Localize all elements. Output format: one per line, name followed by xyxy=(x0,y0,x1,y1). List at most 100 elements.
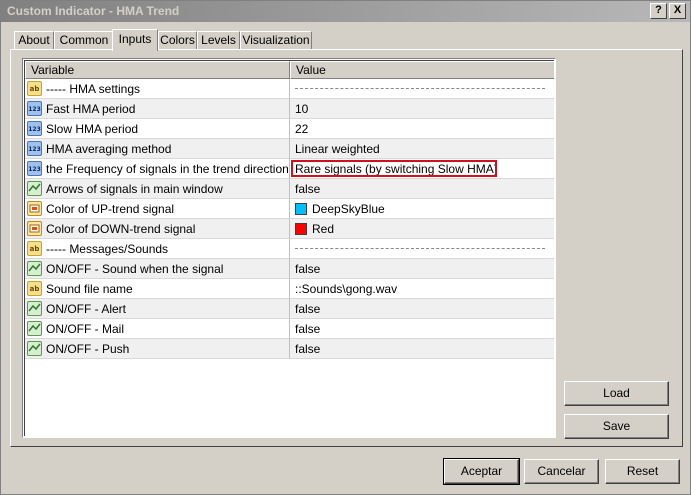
variable-cell: Color of UP-trend signal xyxy=(25,199,290,219)
grid-header: Variable Value xyxy=(25,61,554,79)
variable-cell: Arrows of signals in main window xyxy=(25,179,290,199)
highlight-box xyxy=(291,160,497,177)
color-swatch xyxy=(295,223,307,235)
string-icon: ab xyxy=(27,241,42,256)
variable-name: Arrows of signals in main window xyxy=(46,182,223,196)
variable-cell: Color of DOWN-trend signal xyxy=(25,219,290,239)
table-row[interactable]: 123 Slow HMA period 22 xyxy=(25,119,554,139)
color-icon xyxy=(27,201,42,216)
number-icon: 123 xyxy=(27,101,42,116)
table-row[interactable]: Color of DOWN-trend signal Red xyxy=(25,219,554,239)
value-text: false xyxy=(295,262,321,276)
value-cell[interactable]: false xyxy=(290,319,554,339)
value-text: 10 xyxy=(295,102,309,116)
variable-name: Fast HMA period xyxy=(46,102,136,116)
bool-icon xyxy=(27,181,42,196)
tab-visualization[interactable]: Visualization xyxy=(240,31,312,50)
variable-name: HMA averaging method xyxy=(46,142,172,156)
value-text: ::Sounds\gong.wav xyxy=(295,282,398,296)
value-cell[interactable]: 10 xyxy=(290,99,554,119)
table-row[interactable]: 123 Fast HMA period 10 xyxy=(25,99,554,119)
bool-icon xyxy=(27,301,42,316)
variable-name: Slow HMA period xyxy=(46,122,139,136)
value-cell[interactable]: false xyxy=(290,259,554,279)
table-row[interactable]: ON/OFF - Alert false xyxy=(25,299,554,319)
value-cell[interactable]: Red xyxy=(290,219,554,239)
bool-icon xyxy=(27,341,42,356)
value-cell[interactable]: ::Sounds\gong.wav xyxy=(290,279,554,299)
variable-cell: ON/OFF - Push xyxy=(25,339,290,359)
inputs-grid[interactable]: Variable Value ab ----- HMA settings 123 Fa… xyxy=(22,58,556,438)
variable-name: Color of DOWN-trend signal xyxy=(46,222,196,236)
value-text: false xyxy=(295,322,321,336)
variable-cell: ON/OFF - Alert xyxy=(25,299,290,319)
variable-cell: 123 Fast HMA period xyxy=(25,99,290,119)
number-icon: 123 xyxy=(27,141,42,156)
variable-cell: ab ----- Messages/Sounds xyxy=(25,239,290,259)
variable-name: ON/OFF - Alert xyxy=(46,302,127,316)
title-bar: Custom Indicator - HMA Trend ? X xyxy=(1,1,690,22)
bool-icon xyxy=(27,261,42,276)
window-title: Custom Indicator - HMA Trend xyxy=(7,4,180,18)
color-icon xyxy=(27,221,42,236)
bool-icon xyxy=(27,321,42,336)
close-button[interactable]: X xyxy=(669,3,686,19)
value-cell[interactable]: Linear weighted xyxy=(290,139,554,159)
help-button[interactable]: ? xyxy=(650,3,667,19)
separator-line xyxy=(295,248,545,249)
tab-inputs[interactable]: Inputs xyxy=(112,29,158,51)
number-icon: 123 xyxy=(27,121,42,136)
table-row[interactable]: 123 the Frequency of signals in the trend… xyxy=(25,159,554,179)
value-cell[interactable]: false xyxy=(290,339,554,359)
table-row[interactable]: ab ----- Messages/Sounds xyxy=(25,239,554,259)
value-cell[interactable]: Rare signals (by switching Slow HMA) xyxy=(290,159,554,179)
variable-cell: 123 the Frequency of signals in the trend… xyxy=(25,159,290,179)
table-row[interactable]: ON/OFF - Push false xyxy=(25,339,554,359)
variable-name: ----- Messages/Sounds xyxy=(46,242,169,256)
value-text: Linear weighted xyxy=(295,142,380,156)
variable-cell: ON/OFF - Sound when the signal xyxy=(25,259,290,279)
value-cell[interactable]: false xyxy=(290,179,554,199)
value-text: 22 xyxy=(295,122,309,136)
table-row[interactable]: 123 HMA averaging method Linear weighted xyxy=(25,139,554,159)
variable-name: Sound file name xyxy=(46,282,133,296)
variable-name: Color of UP-trend signal xyxy=(46,202,175,216)
load-button[interactable]: Load xyxy=(564,381,669,406)
cancel-button[interactable]: Cancelar xyxy=(524,459,599,484)
value-cell[interactable]: DeepSkyBlue xyxy=(290,199,554,219)
color-swatch xyxy=(295,203,307,215)
table-row[interactable]: ab ----- HMA settings xyxy=(25,79,554,99)
number-icon: 123 xyxy=(27,161,42,176)
value-text: false xyxy=(295,302,321,316)
table-row[interactable]: Color of UP-trend signal DeepSkyBlue xyxy=(25,199,554,219)
variable-name: the Frequency of signals in the trend di… xyxy=(46,162,289,176)
variable-cell: 123 Slow HMA period xyxy=(25,119,290,139)
variable-cell: ab Sound file name xyxy=(25,279,290,299)
tab-common[interactable]: Common xyxy=(54,31,114,50)
save-button[interactable]: Save xyxy=(564,414,669,439)
tab-about[interactable]: About xyxy=(14,31,54,50)
value-text: false xyxy=(295,342,321,356)
table-row[interactable]: ON/OFF - Sound when the signal false xyxy=(25,259,554,279)
value-cell[interactable] xyxy=(290,239,554,259)
reset-button[interactable]: Reset xyxy=(605,459,680,484)
value-text: false xyxy=(295,182,321,196)
value-text: Red xyxy=(312,222,335,236)
table-row[interactable]: ab Sound file name::Sounds\gong.wav xyxy=(25,279,554,299)
table-row[interactable]: ON/OFF - Mail false xyxy=(25,319,554,339)
table-row[interactable]: Arrows of signals in main window false xyxy=(25,179,554,199)
variable-name: ON/OFF - Push xyxy=(46,342,130,356)
variable-name: ON/OFF - Sound when the signal xyxy=(46,262,224,276)
value-cell[interactable] xyxy=(290,79,554,99)
tab-levels[interactable]: Levels xyxy=(197,31,240,50)
ok-button[interactable]: Aceptar xyxy=(443,458,520,485)
column-header-value[interactable]: Value xyxy=(290,61,554,79)
value-text: DeepSkyBlue xyxy=(312,202,385,216)
string-icon: ab xyxy=(27,81,42,96)
column-header-variable[interactable]: Variable xyxy=(25,61,290,79)
string-icon: ab xyxy=(27,281,42,296)
variable-cell: 123 HMA averaging method xyxy=(25,139,290,159)
value-cell[interactable]: false xyxy=(290,299,554,319)
value-cell[interactable]: 22 xyxy=(290,119,554,139)
tab-colors[interactable]: Colors xyxy=(158,31,197,50)
